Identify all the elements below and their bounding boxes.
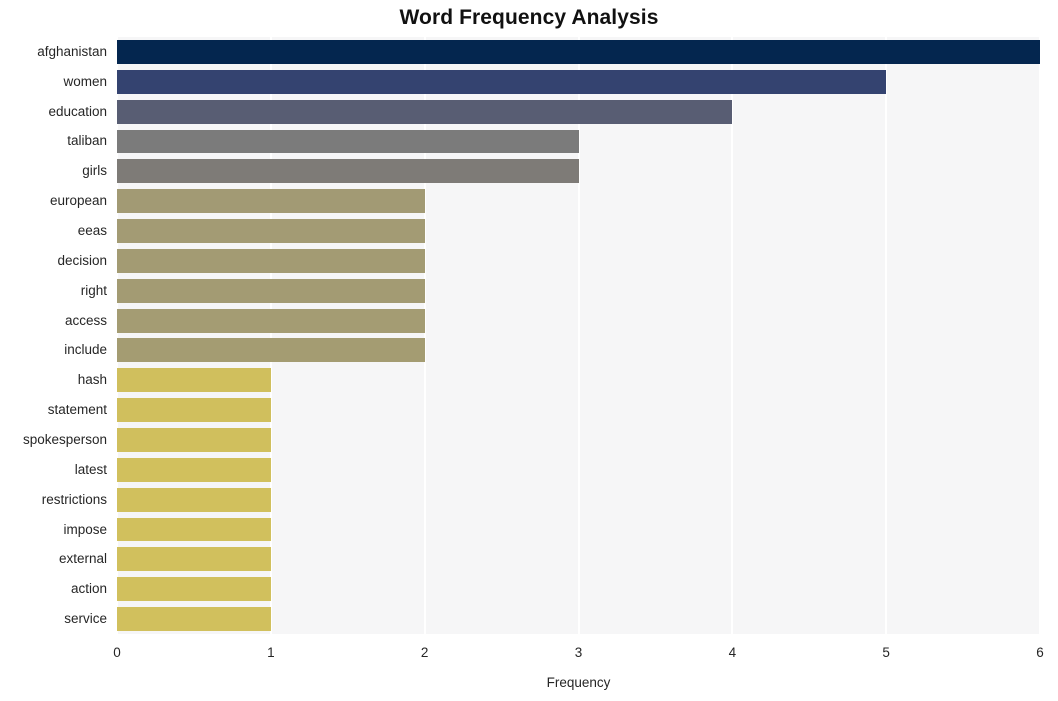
x-tick-label: 2: [420, 645, 429, 660]
y-tick-label: impose: [63, 521, 107, 537]
y-tick-label: spokesperson: [22, 431, 107, 447]
x-axis: Frequency 0 1 2 3 4 5 6: [0, 634, 1058, 701]
bar-row[interactable]: [117, 219, 1040, 243]
y-tick-label: eeas: [77, 223, 107, 239]
bar-row[interactable]: [117, 129, 1040, 154]
y-tick-label: action: [70, 581, 107, 597]
bar-row[interactable]: [117, 428, 1040, 452]
bar[interactable]: [117, 219, 425, 243]
y-tick-label: right: [80, 282, 107, 298]
bar[interactable]: [117, 577, 271, 602]
bar[interactable]: [117, 428, 271, 452]
x-tick-label: 0: [113, 645, 121, 660]
bar[interactable]: [117, 248, 425, 273]
bar-row[interactable]: [117, 159, 1040, 184]
bar-row[interactable]: [117, 517, 1040, 542]
y-tick-label: education: [48, 103, 107, 119]
bar-row[interactable]: [117, 368, 1040, 393]
bar[interactable]: [117, 308, 425, 333]
bar-row[interactable]: [117, 278, 1040, 303]
bar-row[interactable]: [117, 189, 1040, 214]
y-tick-label: women: [63, 73, 107, 89]
bar-row[interactable]: [117, 487, 1040, 512]
bar-row[interactable]: [117, 69, 1040, 94]
bar[interactable]: [117, 99, 733, 124]
bar-row[interactable]: [117, 39, 1040, 64]
bar[interactable]: [117, 368, 271, 393]
x-tick-label: 6: [1036, 645, 1044, 660]
y-tick-label: include: [64, 342, 107, 358]
bar-row[interactable]: [117, 248, 1040, 273]
bar-row[interactable]: [117, 577, 1040, 602]
bar[interactable]: [117, 487, 271, 512]
x-tick-label: 5: [882, 645, 890, 660]
bar[interactable]: [117, 517, 271, 542]
y-tick-label: decision: [57, 252, 107, 268]
y-tick-label: taliban: [67, 133, 107, 149]
y-tick-label: european: [49, 193, 107, 209]
bar-row[interactable]: [117, 607, 1040, 631]
y-tick-label: hash: [77, 372, 107, 388]
bar[interactable]: [117, 607, 271, 631]
x-tick-label: 3: [574, 645, 583, 660]
bar[interactable]: [117, 547, 271, 572]
y-tick-label: afghanistan: [37, 43, 107, 59]
x-tick-label: 4: [728, 645, 737, 660]
bar[interactable]: [117, 69, 887, 94]
y-axis: afghanistan women education taliban girls eur…: [0, 37, 112, 634]
bar[interactable]: [117, 189, 425, 214]
y-tick-label: latest: [74, 461, 107, 477]
x-tick-label: 1: [267, 645, 275, 660]
bar[interactable]: [117, 338, 425, 363]
bar-row[interactable]: [117, 457, 1040, 482]
chart-title: Word Frequency Analysis: [399, 6, 659, 29]
bar-row[interactable]: [117, 308, 1040, 333]
bar-row[interactable]: [117, 99, 1040, 124]
bar-row[interactable]: [117, 338, 1040, 363]
chart-figure: Word Frequency Analysis afghanistan women…: [0, 0, 1058, 701]
bars-layer: [117, 37, 1040, 634]
bar[interactable]: [117, 278, 425, 303]
bar[interactable]: [117, 39, 1040, 64]
bar-row[interactable]: [117, 547, 1040, 572]
y-tick-label: external: [58, 551, 107, 567]
x-axis-title: Frequency: [546, 675, 611, 690]
y-tick-label: girls: [82, 163, 107, 179]
y-tick-label: restrictions: [41, 491, 107, 507]
bar[interactable]: [117, 129, 579, 154]
plot-area: [117, 37, 1040, 634]
y-tick-label: statement: [47, 402, 107, 418]
bar[interactable]: [117, 159, 579, 184]
y-tick-label: access: [64, 312, 107, 328]
bar[interactable]: [117, 398, 271, 423]
bar-row[interactable]: [117, 398, 1040, 423]
y-tick-label: service: [64, 611, 107, 627]
bar[interactable]: [117, 457, 271, 482]
